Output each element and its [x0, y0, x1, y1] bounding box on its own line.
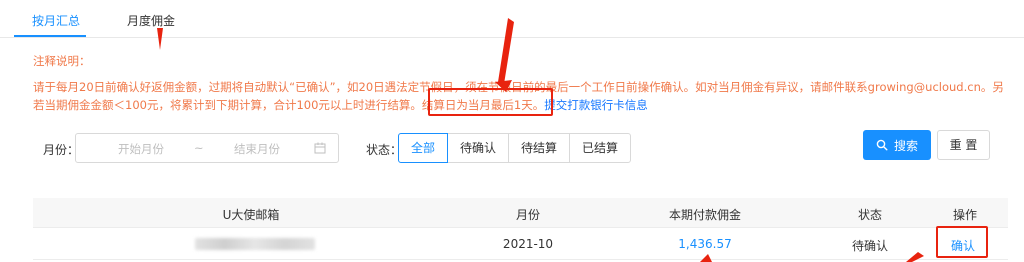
status-option-all[interactable]: 全部: [398, 133, 449, 163]
arrow-link: [498, 18, 514, 84]
arrow-link-head: [495, 80, 512, 92]
arrow-commission: [700, 254, 712, 262]
arrow-tab: [157, 28, 163, 50]
arrow-confirm: [906, 252, 924, 262]
annotation-arrows: [157, 18, 924, 262]
